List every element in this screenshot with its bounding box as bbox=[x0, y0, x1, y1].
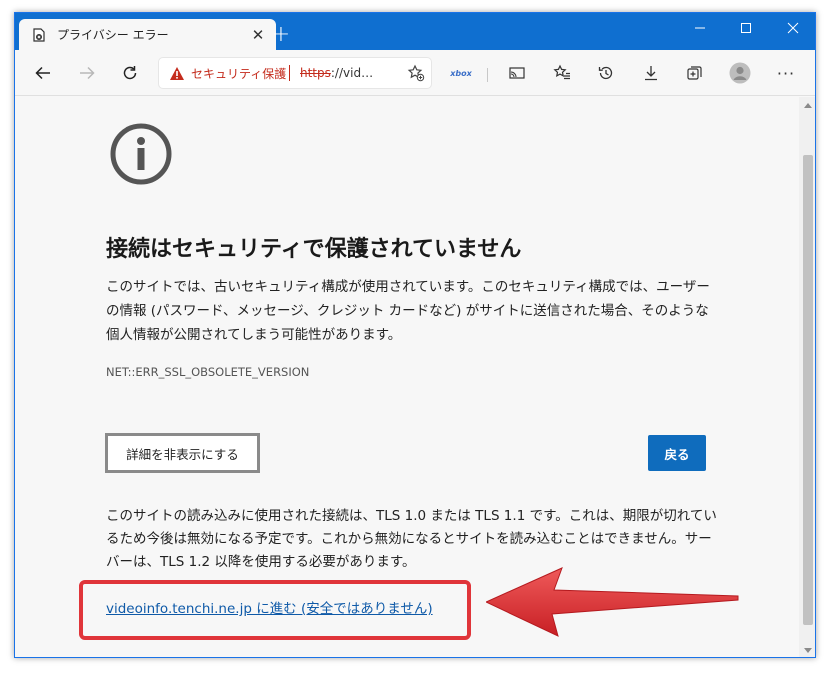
refresh-button[interactable] bbox=[116, 59, 144, 87]
history-button[interactable] bbox=[592, 59, 620, 87]
annotation-arrow-icon bbox=[486, 567, 739, 637]
address-divider bbox=[289, 65, 290, 81]
refresh-icon bbox=[123, 66, 137, 80]
ellipsis-icon: ··· bbox=[776, 63, 796, 83]
warning-triangle-icon bbox=[170, 66, 184, 80]
collections-icon bbox=[687, 66, 702, 80]
favorites-button[interactable] bbox=[548, 59, 576, 87]
close-icon bbox=[787, 22, 799, 34]
download-icon bbox=[645, 66, 657, 81]
close-window-button[interactable] bbox=[770, 13, 815, 43]
more-menu-button[interactable]: ··· bbox=[772, 59, 800, 87]
back-button[interactable]: 戻る bbox=[648, 435, 706, 471]
cast-button[interactable] bbox=[503, 59, 531, 87]
toolbar: セキュリティ保護なし https ://vid… xbox bbox=[15, 50, 815, 96]
minimize-button[interactable] bbox=[677, 13, 723, 43]
cast-icon bbox=[509, 67, 525, 79]
profile-button[interactable] bbox=[726, 59, 754, 87]
extension-button[interactable]: xbox bbox=[447, 59, 475, 87]
scroll-thumb[interactable] bbox=[803, 155, 813, 625]
details-text: このサイトの読み込みに使用された接続は、TLS 1.0 または TLS 1.1 … bbox=[106, 508, 717, 570]
downloads-button[interactable] bbox=[637, 59, 665, 87]
maximize-button[interactable] bbox=[723, 13, 769, 43]
hide-details-button[interactable]: 詳細を非表示にする bbox=[105, 433, 260, 473]
star-add-icon bbox=[407, 64, 425, 82]
url-scheme: https bbox=[300, 66, 331, 80]
info-circle-icon bbox=[110, 123, 172, 185]
security-warning-label[interactable]: セキュリティ保護なし bbox=[191, 65, 287, 82]
extension-icon: xbox bbox=[450, 68, 472, 78]
annotation-highlight-box bbox=[79, 580, 471, 640]
new-tab-button[interactable]: + bbox=[268, 21, 294, 47]
scroll-up-arrow-icon[interactable] bbox=[804, 103, 812, 108]
vertical-scrollbar[interactable] bbox=[799, 97, 815, 657]
forward-nav-button[interactable] bbox=[73, 59, 101, 87]
url-text: ://vid… bbox=[330, 66, 374, 80]
maximize-icon bbox=[741, 23, 751, 33]
back-nav-button[interactable] bbox=[29, 59, 57, 87]
forward-arrow-icon bbox=[80, 66, 95, 80]
tab-strip: プライバシー エラー ✕ + bbox=[15, 13, 815, 50]
address-bar[interactable]: セキュリティ保護なし https ://vid… bbox=[159, 58, 431, 88]
favorites-list-icon bbox=[553, 64, 570, 80]
minimize-icon bbox=[695, 27, 705, 29]
back-arrow-icon bbox=[35, 66, 50, 80]
history-icon bbox=[598, 66, 613, 80]
error-code: NET::ERR_SSL_OBSOLETE_VERSION bbox=[106, 365, 310, 379]
page-title: 接続はセキュリティで保護されていません bbox=[106, 237, 522, 262]
toolbar-divider bbox=[487, 68, 488, 82]
tab-privacy-error[interactable]: プライバシー エラー ✕ bbox=[19, 19, 276, 50]
tab-close-icon[interactable]: ✕ bbox=[250, 26, 266, 44]
avatar-icon bbox=[729, 62, 751, 84]
error-description: このサイトでは、古いセキュリティ構成が使用されています。このセキュリティ構成では… bbox=[106, 279, 710, 343]
tab-title: プライバシー エラー bbox=[57, 28, 169, 42]
browser-window: プライバシー エラー ✕ + セキュリティ保護 https://vid… xb… bbox=[14, 12, 816, 658]
collections-button[interactable] bbox=[681, 59, 709, 87]
add-favorite-button[interactable] bbox=[405, 62, 427, 84]
scroll-down-arrow-icon[interactable] bbox=[804, 648, 812, 653]
error-page-icon bbox=[31, 27, 47, 43]
